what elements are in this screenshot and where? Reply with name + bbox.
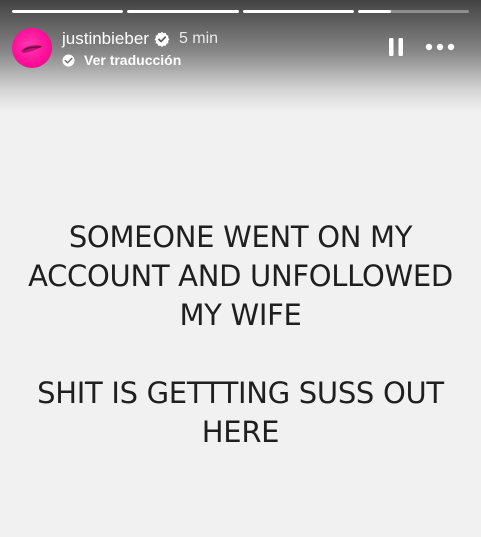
story-viewer[interactable]: justinbieber 5 min Ver traducción SOMEON… xyxy=(0,0,481,537)
story-text-line: SOMEONE WENT ON MY xyxy=(68,220,413,254)
username[interactable]: justinbieber xyxy=(62,29,149,49)
progress-segment[interactable] xyxy=(357,10,469,13)
avatar-image xyxy=(21,45,43,53)
progress-fill xyxy=(12,10,124,13)
story-text-line: ACCOUNT AND UNFOLLOWED xyxy=(28,259,453,293)
progress-segment[interactable] xyxy=(12,10,124,13)
story-text-line: MY WIFE xyxy=(179,298,302,332)
progress-fill xyxy=(242,10,354,13)
progress-fill xyxy=(357,10,392,13)
translate-icon xyxy=(62,54,75,66)
avatar[interactable] xyxy=(12,28,52,68)
pause-icon[interactable] xyxy=(387,37,405,57)
story-header-user: justinbieber 5 min xyxy=(62,29,218,49)
story-timestamp: 5 min xyxy=(178,30,219,47)
translate-label: Ver traducción xyxy=(84,52,182,68)
progress-fill xyxy=(127,10,239,13)
story-text: SOMEONE WENT ON MY ACCOUNT AND UNFOLLOWE… xyxy=(0,218,481,452)
progress-segment[interactable] xyxy=(242,10,354,13)
verified-badge-icon xyxy=(154,31,170,47)
progress-segment[interactable] xyxy=(127,10,239,13)
translate-link[interactable]: Ver traducción xyxy=(62,52,181,68)
progress-bar xyxy=(12,10,469,13)
more-options-icon[interactable] xyxy=(424,36,456,58)
story-text-line: HERE xyxy=(201,415,280,449)
story-text-line: SHIT IS GETTTING SUSS OUT xyxy=(37,376,444,410)
